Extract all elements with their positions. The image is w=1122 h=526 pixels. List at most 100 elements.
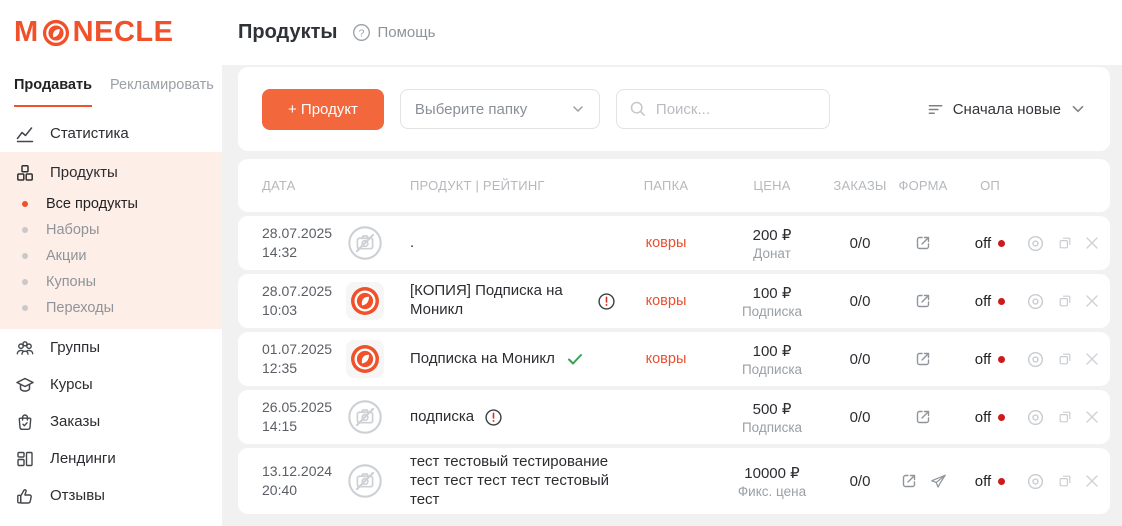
preview-eye-icon[interactable]: [1026, 234, 1045, 253]
sidebar-item-groups[interactable]: Группы: [0, 329, 222, 366]
table-rows: 28.07.2025 14:32 . ковры 200: [238, 216, 1110, 514]
sidebar-item-reviews[interactable]: Отзывы: [0, 477, 222, 514]
sidebar-item-statistics[interactable]: Статистика: [0, 115, 222, 152]
open-form-icon[interactable]: [913, 407, 933, 427]
open-form-icon[interactable]: [913, 233, 933, 253]
row-thumbnail: [346, 282, 410, 320]
column-header-op: ОП: [954, 178, 1026, 193]
row-form: [892, 291, 954, 311]
row-thumbnail: [346, 462, 410, 500]
product-name[interactable]: [КОПИЯ] Подписка на Моникл: [410, 282, 587, 320]
open-form-icon[interactable]: [913, 291, 933, 311]
delete-x-icon[interactable]: [1085, 410, 1099, 424]
sidebar-subitem-transitions[interactable]: Переходы: [0, 295, 222, 321]
preview-eye-icon[interactable]: [1026, 408, 1045, 427]
folder-select[interactable]: Выберите папку: [400, 89, 600, 129]
preview-eye-icon[interactable]: [1026, 350, 1045, 369]
row-thumbnail: [346, 224, 410, 262]
folder-select-value: Выберите папку: [415, 101, 527, 118]
sidebar-subitem-coupons[interactable]: Купоны: [0, 269, 222, 295]
warning-icon: [597, 292, 616, 311]
row-op-status: off: [954, 235, 1026, 252]
row-op-status: off: [954, 351, 1026, 368]
table-row: 28.07.2025 10:03 [КОПИЯ] Подписка на Мон…: [238, 274, 1110, 328]
add-product-button[interactable]: + Продукт: [262, 89, 384, 130]
delete-x-icon[interactable]: [1085, 236, 1099, 250]
row-date: 28.07.2025 10:03: [262, 282, 346, 320]
table-row: 13.12.2024 20:40 тест тестовый тестирова…: [238, 448, 1110, 514]
sort-control[interactable]: Сначала новые: [927, 101, 1086, 118]
people-icon: [14, 338, 36, 358]
delete-x-icon[interactable]: [1085, 474, 1099, 488]
open-form-icon[interactable]: [913, 349, 933, 369]
folder-link[interactable]: ковры: [646, 235, 687, 251]
op-label: off: [975, 235, 991, 252]
row-orders: 0/0: [828, 351, 892, 368]
row-folder: ковры: [616, 292, 716, 310]
search-input[interactable]: [656, 101, 796, 118]
row-actions: [1026, 234, 1099, 253]
sidebar-item-landings[interactable]: Лендинги: [0, 440, 222, 477]
column-header-folder: ПАПКА: [616, 178, 716, 193]
sidebar-subitem-all-products[interactable]: Все продукты: [0, 191, 222, 217]
product-name[interactable]: подписка: [410, 408, 474, 427]
row-form: [892, 471, 954, 491]
sidebar-subitem-promos[interactable]: Акции: [0, 243, 222, 269]
tab-advertise[interactable]: Рекламировать: [110, 77, 214, 107]
copy-icon[interactable]: [1057, 409, 1073, 425]
row-orders: 0/0: [828, 235, 892, 252]
send-icon[interactable]: [929, 472, 948, 491]
delete-x-icon[interactable]: [1085, 352, 1099, 366]
row-op-status: off: [954, 473, 1026, 490]
sidebar-item-orders[interactable]: Заказы: [0, 403, 222, 440]
folder-link[interactable]: ковры: [646, 293, 687, 309]
row-date: 01.07.2025 12:35: [262, 340, 346, 378]
row-price: 100 ₽ Подписка: [716, 342, 828, 377]
copy-icon[interactable]: [1057, 293, 1073, 309]
bullet-icon: [22, 201, 28, 207]
search-icon: [629, 100, 647, 118]
row-form: [892, 233, 954, 253]
table-header: ДАТА ПРОДУКТ | РЕЙТИНГ ПАПКА ЦЕНА ЗАКАЗЫ…: [238, 159, 1110, 212]
cubes-icon: [14, 163, 36, 183]
sidebar-subitem-sets[interactable]: Наборы: [0, 217, 222, 243]
sidebar: Продавать Рекламировать Статистика: [0, 65, 222, 526]
question-circle-icon: ?: [352, 23, 371, 42]
row-date: 28.07.2025 14:32: [262, 224, 346, 262]
row-form: [892, 349, 954, 369]
sort-lines-icon: [927, 101, 944, 118]
leaf-circle-icon: [41, 19, 71, 47]
sidebar-item-courses[interactable]: Курсы: [0, 366, 222, 403]
product-name[interactable]: Подписка на Моникл: [410, 350, 555, 369]
thumbs-up-icon: [14, 486, 36, 506]
product-name[interactable]: .: [410, 234, 414, 253]
row-date: 26.05.2025 14:15: [262, 398, 346, 436]
topbar: M NECLE Продукты ? Помощь: [0, 0, 1122, 65]
preview-eye-icon[interactable]: [1026, 472, 1045, 491]
help-link[interactable]: ? Помощь: [352, 23, 436, 42]
copy-icon[interactable]: [1057, 473, 1073, 489]
row-actions: [1026, 350, 1099, 369]
row-orders: 0/0: [828, 409, 892, 426]
folder-link[interactable]: ковры: [646, 351, 687, 367]
status-dot: [998, 298, 1005, 305]
sidebar-products-section: Продукты Все продукты Наборы Акции Купон…: [0, 152, 222, 329]
copy-icon[interactable]: [1057, 351, 1073, 367]
sidebar-item-products[interactable]: Продукты: [0, 154, 222, 191]
svg-text:?: ?: [358, 28, 364, 39]
help-label: Помощь: [378, 24, 436, 41]
delete-x-icon[interactable]: [1085, 294, 1099, 308]
row-actions: [1026, 292, 1099, 311]
open-form-icon[interactable]: [899, 471, 919, 491]
copy-icon[interactable]: [1057, 235, 1073, 251]
column-header-form: ФОРМА: [892, 178, 954, 193]
preview-eye-icon[interactable]: [1026, 292, 1045, 311]
op-label: off: [975, 293, 991, 310]
search-box[interactable]: [616, 89, 830, 129]
row-thumbnail: [346, 340, 410, 378]
product-name[interactable]: тест тестовый тестирование тест тест тес…: [410, 453, 610, 509]
tab-sell[interactable]: Продавать: [14, 77, 92, 107]
page-title: Продукты: [238, 21, 338, 44]
line-chart-icon: [14, 124, 36, 144]
row-folder: ковры: [616, 350, 716, 368]
